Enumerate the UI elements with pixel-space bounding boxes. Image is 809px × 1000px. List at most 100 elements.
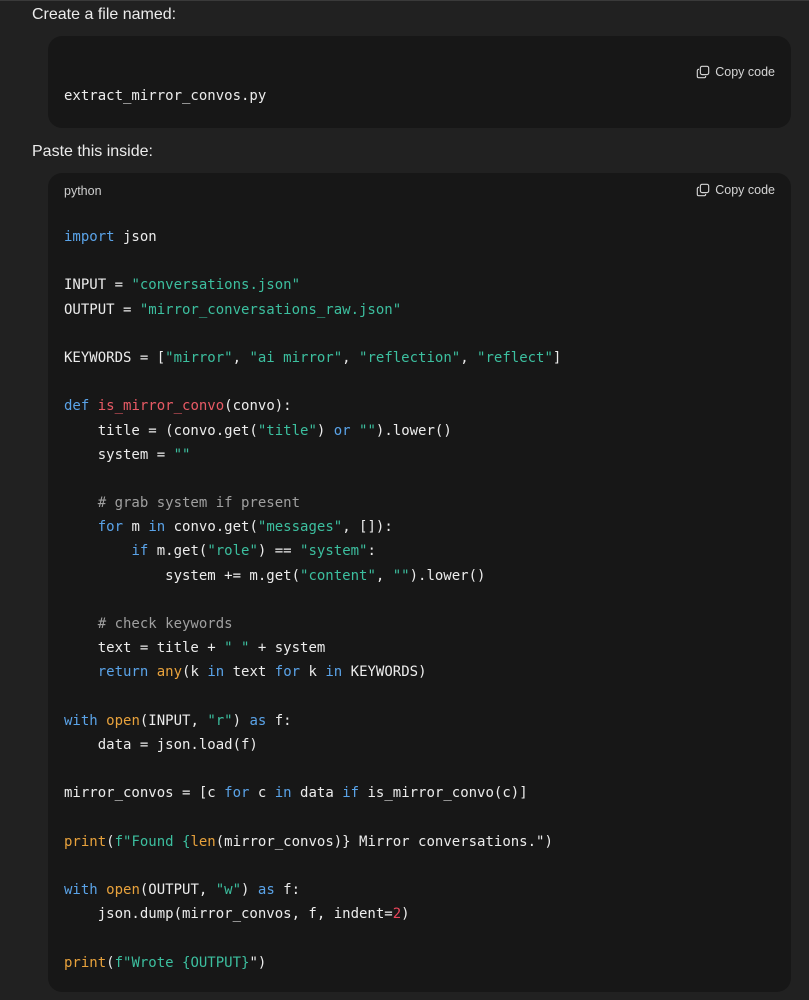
code-token: (k [182,664,208,681]
code-token: if [131,543,149,560]
code-token: if [342,785,360,802]
code-token: f"Wrote {OUTPUT} [114,954,250,971]
code-token: json.dump(mirror_convos, f, indent= [64,906,393,923]
code-token: c [249,785,275,802]
copy-code-button[interactable]: Copy code [696,65,775,79]
code-token: , [232,349,250,366]
code-token: "r" [207,712,233,729]
code-line: mirror_convos = [c for c in data if is_m… [64,781,561,805]
code-token: + system [249,640,326,657]
code-token: KEYWORDS = [ [64,349,166,366]
code-line: data = json.load(f) [64,733,561,757]
code-token: mirror_convos = [c [64,785,225,802]
code-token: ).lower() [409,567,486,584]
code-token: "w" [215,882,242,899]
code-token: "ai mirror" [249,349,343,366]
code-token: m.get( [148,543,208,560]
code-token: ) [401,906,410,923]
code-token: # check keywords [97,616,233,632]
code-line: json.dump(mirror_convos, f, indent=2) [64,902,561,926]
copy-code-label: Copy code [715,65,775,79]
code-token: ) [232,712,250,729]
code-token: as [249,712,267,729]
code-token: for [274,664,301,681]
code-token: as [257,882,275,899]
copy-icon [696,65,710,79]
code-token: "conversations.json" [131,277,301,294]
code-line: import json [64,225,561,249]
code-token: "content" [300,567,376,584]
code-token: in [148,519,166,536]
code-line: # check keywords [64,612,561,636]
code-line: # grab system if present [64,491,561,515]
code-token: ) [316,422,334,439]
code-token: " " [224,640,250,657]
code-line: print(f"Found {len(mirror_convos)} Mirro… [64,830,561,854]
copy-code-button[interactable]: Copy code [696,183,775,197]
code-token: open [106,882,140,899]
code-line: text = title + " " + system [64,636,561,660]
code-token: "" [173,446,191,463]
code-token: (INPUT, [139,712,208,729]
code-token: "system" [300,543,368,560]
code-token: m [123,519,149,536]
code-line: OUTPUT = "mirror_conversations_raw.json" [64,298,561,322]
code-token: "role" [207,543,258,560]
copy-icon [696,183,710,197]
python-code-block: python Copy code import json INPUT = "co… [48,173,791,992]
code-line: title = (convo.get("title") or "").lower… [64,419,561,443]
code-token: (convo): [224,398,292,415]
code-token: "title" [257,422,317,439]
code-token: len [190,833,216,850]
code-line: with open(OUTPUT, "w") as f: [64,878,561,902]
code-line: for m in convo.get("messages", []): [64,515,561,539]
code-token: title = (convo.get( [64,422,258,439]
code-token: , [460,349,478,366]
code-token: for [224,785,250,802]
filename-code-block: Copy code extract_mirror_convos.py [48,36,791,128]
code-token: return [97,664,149,681]
code-token: for [97,519,124,536]
code-line: return any(k in text for k in KEYWORDS) [64,660,561,684]
code-token: data = json.load(f) [64,736,258,753]
code-token: KEYWORDS) [342,664,427,681]
code-token: ") [249,954,267,971]
code-token: in [325,664,343,681]
top-divider [0,0,809,1]
code-token: f: [266,712,292,729]
copy-code-label: Copy code [715,183,775,197]
code-token: ) == [257,543,301,560]
code-token: "mirror" [165,349,233,366]
code-line: def is_mirror_convo(convo): [64,394,561,418]
code-token: "mirror_conversations_raw.json" [139,301,402,318]
code-token: ( [106,833,115,850]
code-token: : [367,543,376,560]
code-token: data [291,785,343,802]
code-token: , [342,349,360,366]
filename-text: extract_mirror_convos.py [64,88,267,104]
code-token: "" [392,567,410,584]
instruction-paste-inside: Paste this inside: [32,143,153,160]
code-token: print [64,954,107,971]
code-line: if m.get("role") == "system": [64,539,561,563]
code-token: open [106,712,140,729]
code-token: text [224,664,275,681]
code-token: 2 [392,906,402,923]
code-token: is_mirror_convo(c)] [359,785,528,802]
code-token: k [300,664,326,681]
code-token: ( [106,954,115,971]
code-token: json [114,229,157,245]
code-token: text = title + [64,640,225,657]
